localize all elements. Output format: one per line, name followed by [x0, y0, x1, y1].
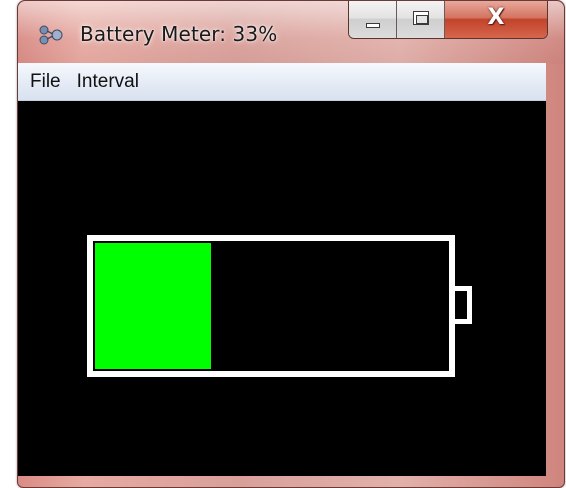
minimize-button[interactable] [349, 1, 397, 38]
caption-buttons: X [348, 1, 548, 39]
battery-display-area [18, 101, 546, 476]
window-title: Battery Meter: 33% [80, 22, 278, 46]
app-battery-icon[interactable] [37, 24, 65, 46]
menu-bar: File Interval [18, 63, 546, 101]
close-button[interactable]: X [445, 1, 547, 38]
battery-body [87, 235, 455, 377]
title-bar[interactable]: Battery Meter: 33% X [18, 1, 564, 64]
battery-level-fill [95, 243, 211, 369]
maximize-button[interactable] [397, 1, 445, 38]
menu-interval[interactable]: Interval [69, 63, 147, 100]
minimize-icon [366, 23, 380, 28]
maximize-icon [413, 11, 429, 25]
close-icon: X [487, 5, 505, 30]
menu-file[interactable]: File [18, 63, 69, 100]
battery-terminal [455, 286, 472, 324]
